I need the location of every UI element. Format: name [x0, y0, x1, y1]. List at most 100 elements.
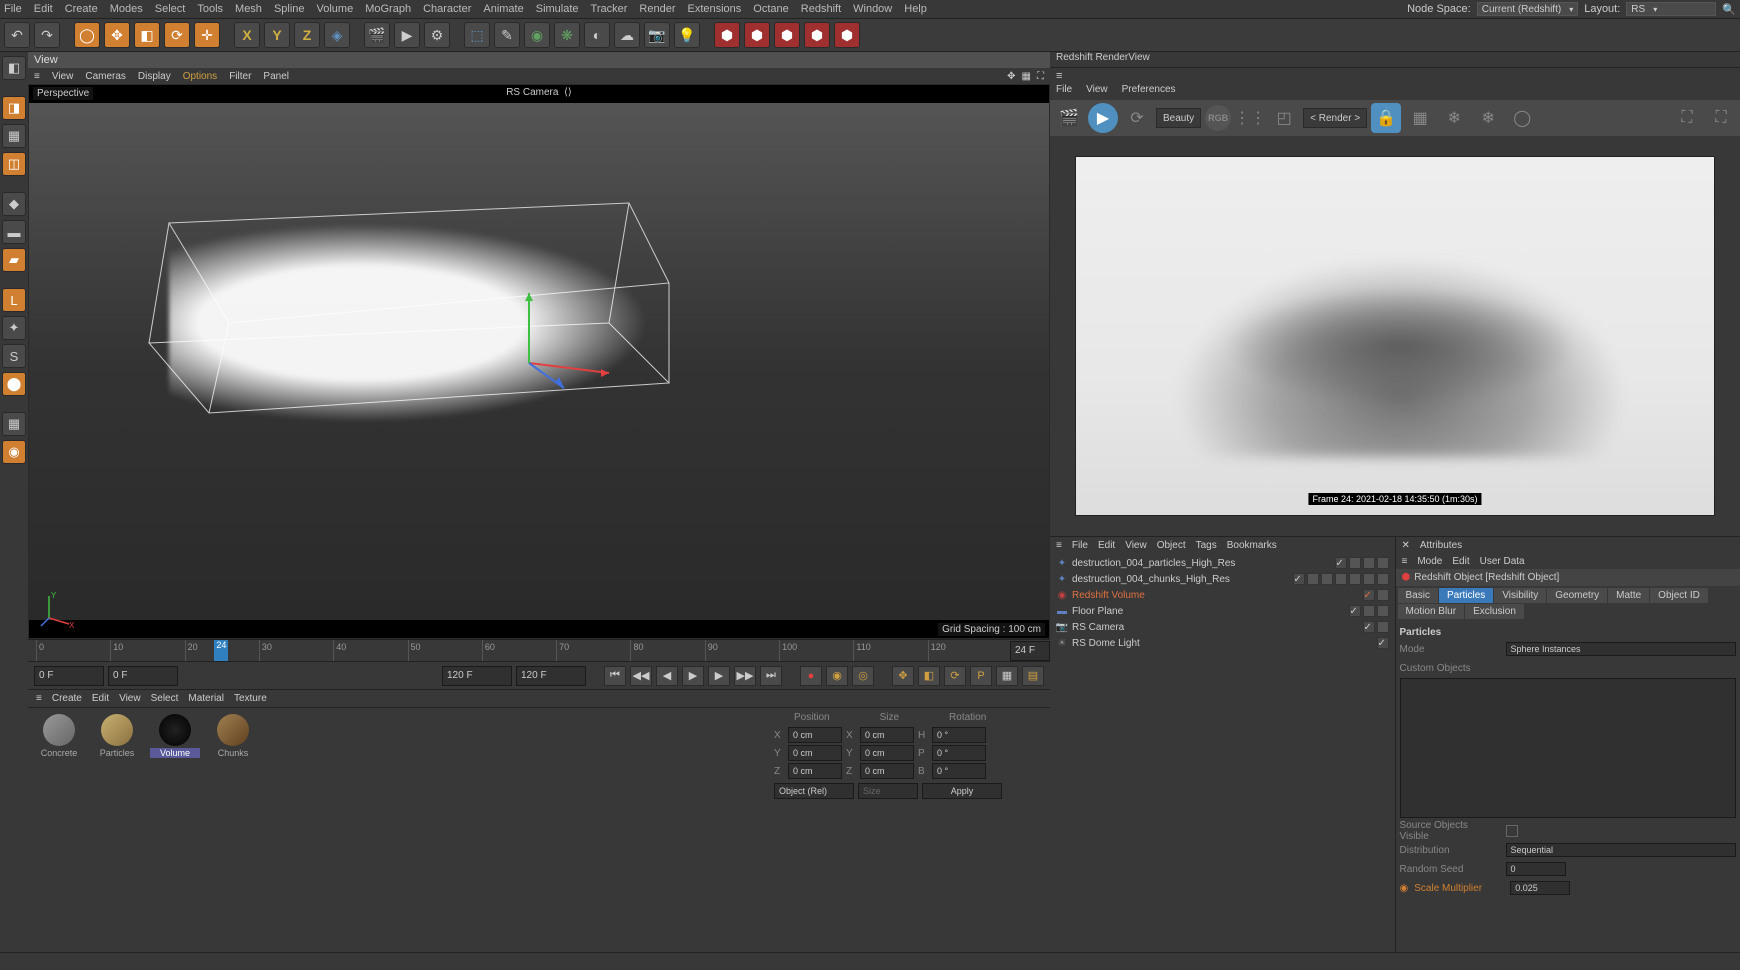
object-row[interactable]: ◉Redshift Volume✓ [1052, 587, 1393, 603]
matmenu-edit[interactable]: Edit [92, 693, 109, 704]
light-icon[interactable]: 💡 [674, 22, 700, 48]
rv-hamburger[interactable]: ≡ [1050, 68, 1740, 84]
material-volume[interactable]: Volume [150, 714, 200, 821]
viewmenu-filter[interactable]: Filter [229, 71, 251, 82]
rs-env-icon[interactable]: ⬢ [804, 22, 830, 48]
object-row[interactable]: ✦destruction_004_chunks_High_Res✓ [1052, 571, 1393, 587]
size-x-field[interactable]: 0 cm [860, 727, 914, 743]
viewmenu-options[interactable]: Options [183, 71, 217, 82]
viewmenu-view[interactable]: View [52, 71, 74, 82]
cube-primitive-icon[interactable]: ⬚ [464, 22, 490, 48]
rvmenu-file[interactable]: File [1056, 84, 1072, 100]
next-frame-icon[interactable]: ▶▶ [734, 666, 756, 686]
object-row[interactable]: 📷RS Camera✓ [1052, 619, 1393, 635]
param-key-icon[interactable]: P [970, 666, 992, 686]
menu-simulate[interactable]: Simulate [536, 3, 579, 15]
menu-redshift[interactable]: Redshift [801, 3, 841, 15]
select-tool-icon[interactable]: ◯ [74, 22, 100, 48]
rvmenu-view[interactable]: View [1086, 84, 1108, 100]
menu-window[interactable]: Window [853, 3, 892, 15]
rs-proxy-icon[interactable]: ⬢ [834, 22, 860, 48]
object-tag[interactable] [1363, 573, 1375, 585]
object-row[interactable]: ☀RS Dome Light✓ [1052, 635, 1393, 651]
object-row[interactable]: ✦destruction_004_particles_High_Res✓ [1052, 555, 1393, 571]
tab-matte[interactable]: Matte [1608, 588, 1649, 603]
object-tag[interactable] [1377, 589, 1389, 601]
object-tag[interactable] [1377, 557, 1389, 569]
menu-render[interactable]: Render [639, 3, 675, 15]
redo-icon[interactable]: ↷ [34, 22, 60, 48]
tab-particles[interactable]: Particles [1439, 588, 1493, 603]
tab-basic[interactable]: Basic [1398, 588, 1438, 603]
scale-tool-icon[interactable]: ◧ [134, 22, 160, 48]
rotate-tool-icon[interactable]: ⟳ [164, 22, 190, 48]
rot-h-field[interactable]: 0 ° [932, 727, 986, 743]
timeline-cursor[interactable]: 24 [214, 640, 228, 661]
scale-multiplier-field[interactable]: 0.025 [1510, 881, 1570, 895]
quantize-icon[interactable]: ⬤ [2, 372, 26, 396]
viewmenu-cameras[interactable]: Cameras [85, 71, 126, 82]
pos-key-icon[interactable]: ✥ [892, 666, 914, 686]
menu-character[interactable]: Character [423, 3, 471, 15]
timeline[interactable]: 010203040506070809010011012024 24 F [28, 639, 1050, 661]
material-browser[interactable]: ConcreteParticlesVolumeChunks [28, 708, 770, 827]
menu-tracker[interactable]: Tracker [591, 3, 628, 15]
model-mode-icon[interactable]: ◧ [2, 56, 26, 80]
rv-lock-icon[interactable]: 🔒 [1371, 103, 1401, 133]
material-chunks[interactable]: Chunks [208, 714, 258, 821]
camera-icon[interactable]: 📷 [644, 22, 670, 48]
material-particles[interactable]: Particles [92, 714, 142, 821]
size-mode-dropdown[interactable]: Size [858, 783, 918, 799]
menu-animate[interactable]: Animate [483, 3, 523, 15]
visibility-toggle[interactable]: ✓ [1335, 557, 1347, 569]
spline-primitive-icon[interactable]: ✎ [494, 22, 520, 48]
menu-octane[interactable]: Octane [753, 3, 788, 15]
keyframe-icon[interactable]: ◎ [852, 666, 874, 686]
object-tag[interactable] [1377, 621, 1389, 633]
record-icon[interactable]: ● [800, 666, 822, 686]
hamburger-icon[interactable]: ≡ [34, 71, 40, 82]
axis-x-icon[interactable]: X [234, 22, 260, 48]
poly-mode-icon[interactable]: ▰ [2, 248, 26, 272]
loop-start-field[interactable]: 0 F [108, 666, 178, 686]
node-space-dropdown[interactable]: Current (Redshift) [1477, 2, 1578, 16]
play-back-icon[interactable]: ▶ [682, 666, 704, 686]
environment-icon[interactable]: ☁ [614, 22, 640, 48]
matmenu-select[interactable]: Select [151, 693, 179, 704]
axis-z-icon[interactable]: Z [294, 22, 320, 48]
axis-mode-icon[interactable]: L [2, 288, 26, 312]
menu-mograph[interactable]: MoGraph [365, 3, 411, 15]
rv-rgb-icon[interactable]: RGB [1205, 105, 1231, 131]
end-frame-field[interactable]: 120 F [516, 666, 586, 686]
menu-create[interactable]: Create [65, 3, 98, 15]
size-z-field[interactable]: 0 cm [860, 763, 914, 779]
pla-key-icon[interactable]: ▦ [996, 666, 1018, 686]
vp-layout-icon[interactable]: ▦ [1022, 71, 1031, 82]
tab-visibility[interactable]: Visibility [1494, 588, 1546, 603]
rot-b-field[interactable]: 0 ° [932, 763, 986, 779]
axis-gizmo-corner[interactable]: Y X [39, 588, 79, 628]
goto-start-icon[interactable]: ⏮ [604, 666, 626, 686]
objmenu-view[interactable]: View [1125, 540, 1147, 551]
vp-config-icon[interactable]: ✥ [1007, 71, 1015, 82]
tab-exclusion[interactable]: Exclusion [1465, 604, 1524, 619]
workplane-icon[interactable]: ◫ [2, 152, 26, 176]
render-settings-icon[interactable]: ⚙ [424, 22, 450, 48]
search-icon[interactable]: 🔍 [1722, 3, 1736, 16]
attrmenu-mode[interactable]: Mode [1417, 556, 1442, 567]
prev-frame-icon[interactable]: ◀ [656, 666, 678, 686]
soft-select-icon[interactable]: ◉ [2, 440, 26, 464]
matmenu-texture[interactable]: Texture [234, 693, 267, 704]
object-list[interactable]: ✦destruction_004_particles_High_Res✓✦des… [1050, 553, 1395, 952]
visibility-toggle[interactable]: ✓ [1293, 573, 1305, 585]
random-seed-field[interactable]: 0 [1506, 862, 1566, 876]
menu-help[interactable]: Help [904, 3, 927, 15]
snap-icon[interactable]: S [2, 344, 26, 368]
prev-key-icon[interactable]: ◀◀ [630, 666, 652, 686]
objmenu-tags[interactable]: Tags [1196, 540, 1217, 551]
menu-mesh[interactable]: Mesh [235, 3, 262, 15]
menu-select[interactable]: Select [155, 3, 186, 15]
object-tag[interactable] [1363, 605, 1375, 617]
rvmenu-preferences[interactable]: Preferences [1122, 84, 1176, 100]
object-tag[interactable] [1349, 573, 1361, 585]
